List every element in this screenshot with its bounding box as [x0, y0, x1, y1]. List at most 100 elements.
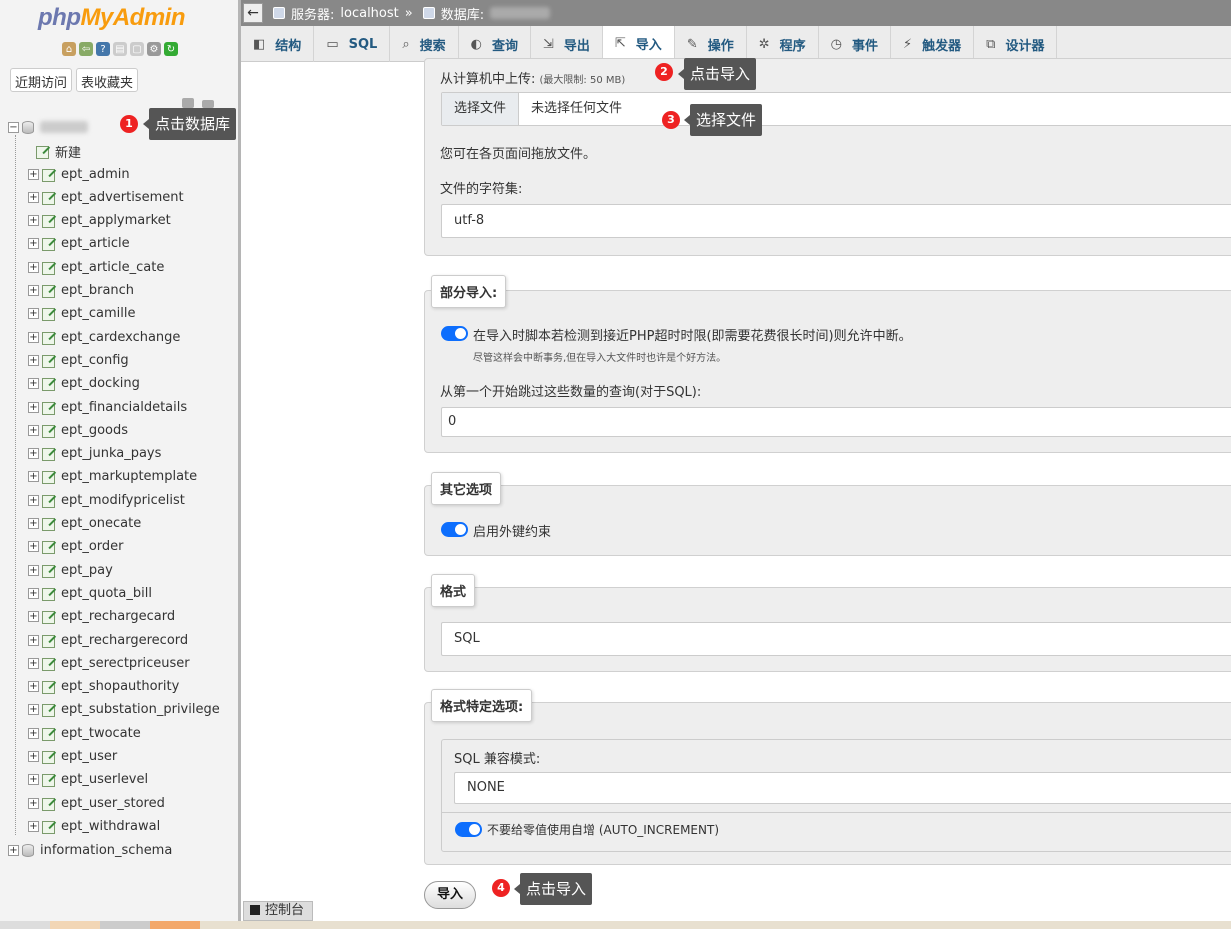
- tab-trigger[interactable]: ⚡ 触发器: [891, 26, 975, 62]
- tab-query[interactable]: ◐ 查询: [459, 26, 531, 62]
- expand-icon[interactable]: +: [28, 494, 39, 506]
- tree-table-item[interactable]: + ept_rechargecard: [28, 606, 175, 628]
- tab-routines[interactable]: ✲ 程序: [747, 26, 819, 62]
- tree-table-item[interactable]: + ept_article_cate: [28, 256, 164, 278]
- docs-icon[interactable]: ▤: [113, 42, 127, 56]
- expand-icon[interactable]: +: [28, 681, 39, 693]
- breadcrumb-server[interactable]: 服务器: localhost »: [273, 4, 413, 23]
- expand-icon[interactable]: +: [28, 541, 39, 553]
- tree-table-item[interactable]: + ept_userlevel: [28, 769, 148, 791]
- tab-import[interactable]: ⇱ 导入: [602, 26, 675, 62]
- expand-icon[interactable]: +: [28, 261, 39, 273]
- expand-icon[interactable]: +: [28, 518, 39, 529]
- expand-icon[interactable]: +: [28, 564, 39, 576]
- expand-icon[interactable]: +: [28, 448, 39, 460]
- tree-table-item[interactable]: + ept_docking: [28, 373, 140, 395]
- tree-table-item[interactable]: + ept_config: [28, 349, 129, 371]
- recent-button[interactable]: 近期访问: [10, 68, 73, 92]
- tree-table-item[interactable]: + ept_goods: [28, 419, 128, 441]
- tree-table-item[interactable]: + ept_financialdetails: [28, 396, 187, 418]
- sql-docs-icon[interactable]: ▢: [130, 42, 144, 56]
- tree-table-item[interactable]: + ept_user: [28, 746, 117, 768]
- expand-icon[interactable]: +: [28, 587, 39, 599]
- choose-file-button[interactable]: 选择文件: [442, 93, 520, 125]
- tab-sql[interactable]: ▭ SQL: [314, 26, 391, 62]
- tab-wrench[interactable]: ✎ 操作: [675, 26, 747, 62]
- expand-icon[interactable]: +: [28, 238, 39, 250]
- tree-table-item[interactable]: + ept_onecate: [28, 513, 141, 535]
- compat-mode-select[interactable]: NONE: [454, 772, 1231, 804]
- tree-db-current[interactable]: −: [8, 116, 88, 138]
- tab-designer[interactable]: ⧉ 设计器: [974, 26, 1058, 62]
- tree-table-item[interactable]: + ept_applymarket: [28, 210, 171, 232]
- back-arrow-icon[interactable]: ←: [243, 3, 263, 23]
- console-toggle[interactable]: 控制台: [243, 901, 313, 921]
- allow-interrupt-toggle[interactable]: [441, 326, 468, 341]
- tree-db-information-schema[interactable]: + information_schema: [8, 839, 172, 861]
- skip-queries-input[interactable]: 0: [441, 407, 1231, 437]
- tree-table-item[interactable]: + ept_twocate: [28, 722, 141, 744]
- format-select[interactable]: SQL: [441, 622, 1231, 656]
- expand-icon[interactable]: +: [28, 820, 39, 832]
- foreign-key-toggle[interactable]: [441, 522, 468, 537]
- expand-icon[interactable]: +: [28, 611, 39, 623]
- gear-icon[interactable]: ⚙: [147, 42, 161, 56]
- tree-table-item[interactable]: + ept_substation_privilege: [28, 699, 220, 721]
- tree-table-item[interactable]: + ept_branch: [28, 280, 134, 302]
- tree-table-item[interactable]: + ept_rechargerecord: [28, 629, 188, 651]
- collapse-all-icon[interactable]: [182, 98, 194, 108]
- tab-search[interactable]: ⌕ 搜索: [390, 26, 459, 62]
- reload-icon[interactable]: ↻: [164, 42, 178, 56]
- breadcrumb-database[interactable]: 数据库:: [422, 4, 551, 23]
- expand-icon[interactable]: +: [8, 844, 19, 856]
- link-icon[interactable]: [202, 100, 214, 108]
- logout-icon[interactable]: ⇦: [79, 42, 93, 56]
- tree-new[interactable]: 新建: [36, 140, 81, 162]
- help-icon[interactable]: ?: [96, 42, 110, 56]
- expand-icon[interactable]: +: [28, 215, 39, 227]
- tab-clock[interactable]: ◷ 事件: [819, 26, 892, 62]
- collapse-icon[interactable]: −: [8, 121, 19, 133]
- tree-table-item[interactable]: + ept_pay: [28, 559, 113, 581]
- expand-icon[interactable]: +: [28, 727, 39, 739]
- tree-table-item[interactable]: + ept_admin: [28, 163, 130, 185]
- tree-table-item[interactable]: + ept_shopauthority: [28, 676, 179, 698]
- charset-select[interactable]: utf-8: [441, 204, 1231, 238]
- tree-table-item[interactable]: + ept_modifypricelist: [28, 489, 185, 511]
- expand-icon[interactable]: +: [28, 354, 39, 366]
- expand-icon[interactable]: +: [28, 191, 39, 203]
- tree-table-item[interactable]: + ept_advertisement: [28, 186, 184, 208]
- favorites-button[interactable]: 表收藏夹: [76, 68, 139, 92]
- tab-structure[interactable]: ◧ 结构: [241, 26, 315, 62]
- expand-icon[interactable]: +: [28, 704, 39, 716]
- expand-icon[interactable]: +: [28, 471, 39, 483]
- tree-table-item[interactable]: + ept_junka_pays: [28, 443, 161, 465]
- auto-increment-toggle[interactable]: [455, 822, 482, 837]
- expand-icon[interactable]: +: [28, 285, 39, 296]
- tree-table-item[interactable]: + ept_quota_bill: [28, 582, 152, 604]
- expand-icon[interactable]: +: [28, 774, 39, 786]
- tree-table-item[interactable]: + ept_serectpriceuser: [28, 652, 190, 674]
- tree-table-item[interactable]: + ept_article: [28, 233, 130, 255]
- expand-icon[interactable]: +: [28, 378, 39, 390]
- tree-table-item[interactable]: + ept_camille: [28, 303, 135, 325]
- expand-icon[interactable]: +: [28, 751, 39, 762]
- home-icon[interactable]: ⌂: [62, 42, 76, 56]
- phpmyadmin-logo[interactable]: phpMyAdmin: [38, 4, 185, 32]
- expand-icon[interactable]: +: [28, 657, 39, 669]
- tab-export[interactable]: ⇲ 导出: [531, 26, 603, 62]
- tree-table-item[interactable]: + ept_markuptemplate: [28, 466, 197, 488]
- tree-table-item[interactable]: + ept_user_stored: [28, 792, 165, 814]
- expand-icon[interactable]: +: [28, 168, 39, 180]
- expand-icon[interactable]: +: [28, 797, 39, 809]
- tree-table-item[interactable]: + ept_order: [28, 536, 124, 558]
- expand-icon[interactable]: +: [28, 424, 39, 436]
- expand-icon[interactable]: +: [28, 634, 39, 646]
- tree-table-item[interactable]: + ept_withdrawal: [28, 815, 160, 837]
- expand-icon[interactable]: +: [28, 308, 39, 320]
- import-button[interactable]: 导入: [424, 881, 476, 909]
- tree-table-item[interactable]: + ept_cardexchange: [28, 326, 180, 348]
- file-input[interactable]: 选择文件 未选择任何文件: [441, 92, 1231, 126]
- expand-icon[interactable]: +: [28, 331, 39, 343]
- expand-icon[interactable]: +: [28, 401, 39, 413]
